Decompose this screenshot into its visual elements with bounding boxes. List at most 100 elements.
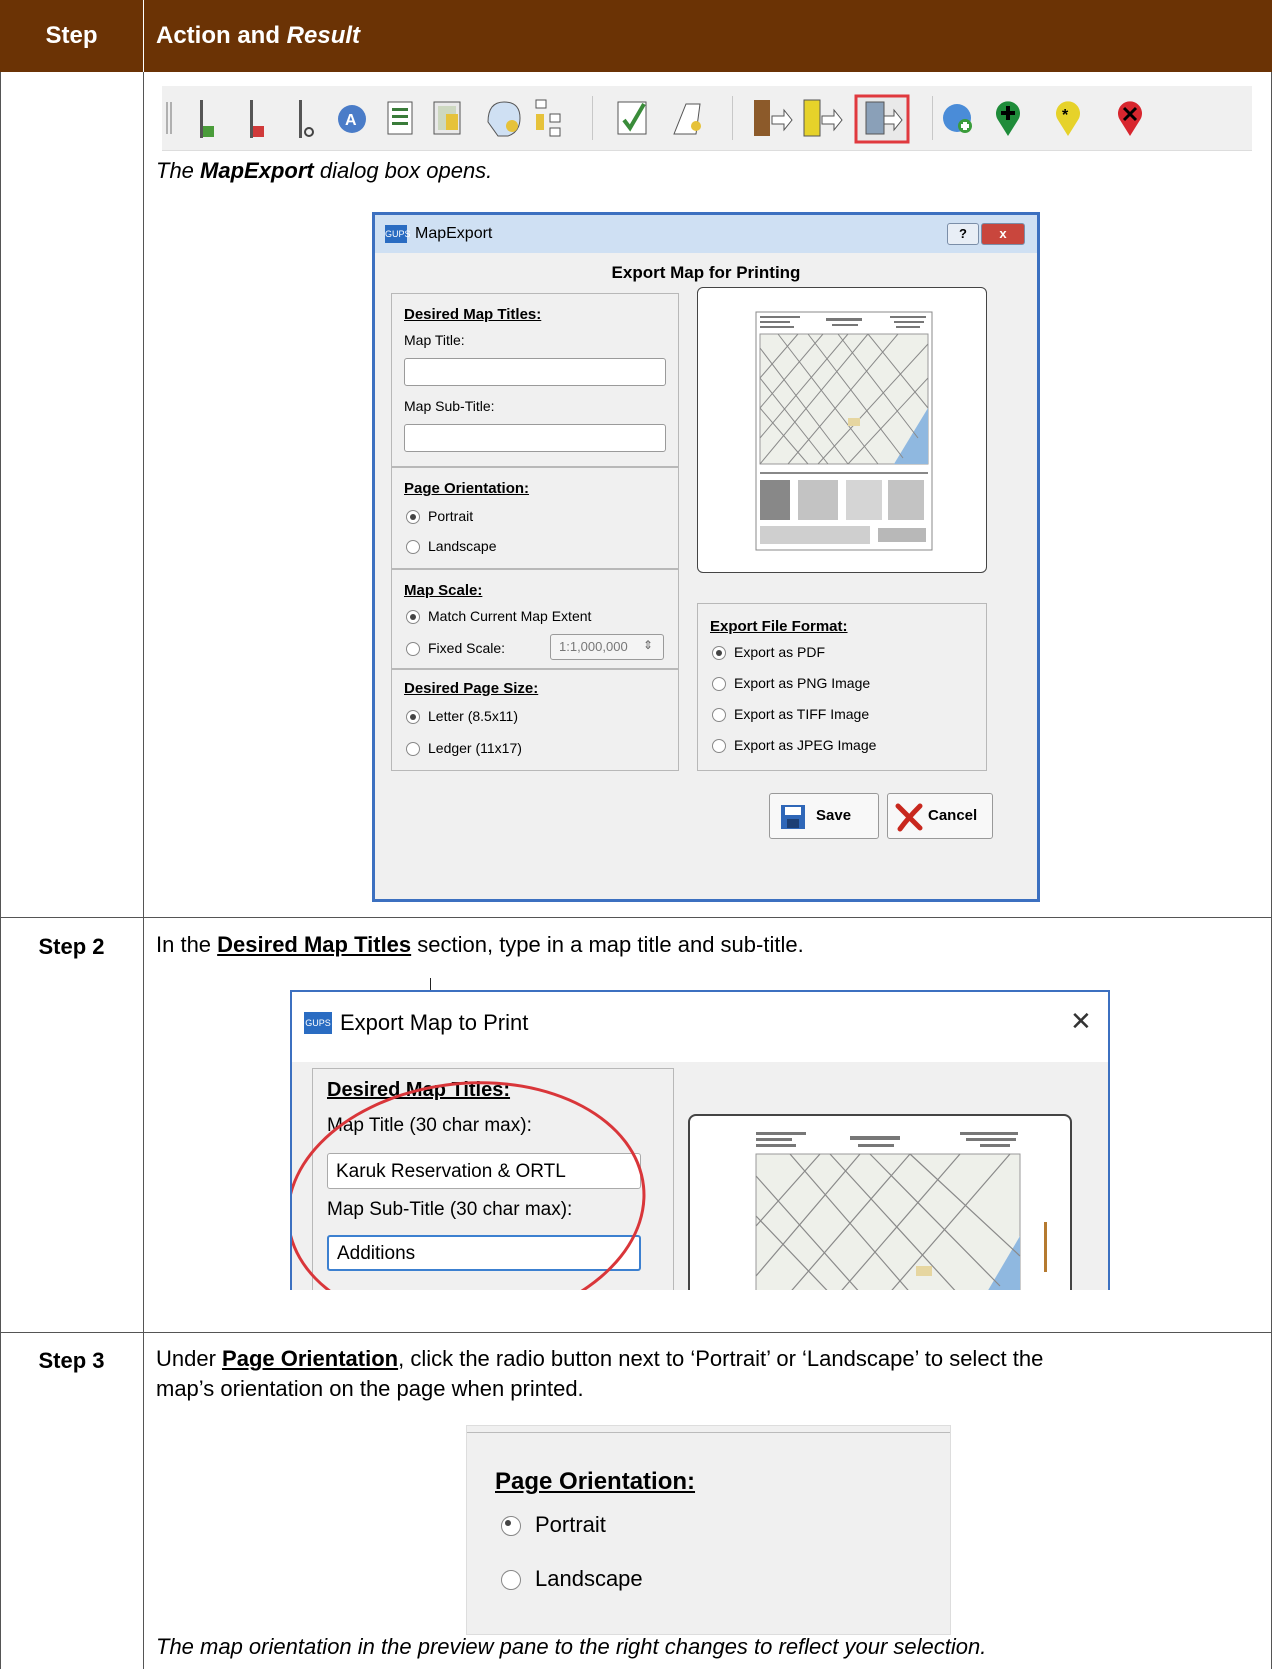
landscape-radio[interactable] <box>501 1570 521 1590</box>
svg-text:*: * <box>1062 107 1069 124</box>
portrait-radio[interactable] <box>406 510 420 524</box>
review-icon <box>487 101 521 137</box>
header-separator <box>143 0 144 72</box>
ledger-radio[interactable] <box>406 742 420 756</box>
letter-label: Letter (8.5x11) <box>428 708 519 724</box>
jpeg-radio[interactable] <box>712 739 726 753</box>
remove-line-icon <box>250 100 264 138</box>
ledger-label: Ledger (11x17) <box>428 740 522 756</box>
orientation-group: Page Orientation: Portrait Landscape <box>391 467 679 569</box>
add-layer-icon <box>943 104 972 133</box>
map-title-input[interactable] <box>404 358 666 386</box>
dialog-heading: Export Map for Printing <box>611 263 801 282</box>
landscape-label: Landscape <box>535 1566 643 1591</box>
help-button[interactable]: ? <box>947 223 979 245</box>
portrait-radio[interactable] <box>501 1516 521 1536</box>
edit-attributes-icon <box>433 101 461 135</box>
cancel-button[interactable]: Cancel <box>887 793 993 839</box>
jpeg-label: Export as JPEG Image <box>734 737 877 753</box>
spinner-arrows-icon: ⇕ <box>643 638 654 652</box>
letter-radio[interactable] <box>406 710 420 724</box>
titles-group-title: Desired Map Titles: <box>404 306 542 323</box>
save-button[interactable]: Save <box>769 793 879 839</box>
pdf-label: Export as PDF <box>734 644 826 660</box>
mapexport-dialog: GUPS MapExport ? x Export Map for Printi… <box>372 212 1040 902</box>
landscape-radio[interactable] <box>406 540 420 554</box>
cancel-x-icon <box>895 803 923 832</box>
png-label: Export as PNG Image <box>734 675 871 691</box>
map-subtitle-input[interactable] <box>404 424 666 452</box>
page-size-group: Desired Page Size: Letter (8.5x11) Ledge… <box>391 669 679 771</box>
step-2-label: Step 2 <box>38 934 105 959</box>
orientation-group-title: Page Orientation: <box>404 480 530 497</box>
landscape-label: Landscape <box>428 538 497 554</box>
fixed-scale-spinner[interactable]: 1:1,000,000 ⇕ <box>550 634 664 660</box>
preview-edge <box>1044 1222 1047 1272</box>
orientation-group-title: Page Orientation: <box>495 1468 696 1495</box>
map-title-label: Map Title: <box>404 332 465 348</box>
row3-result-text: The map orientation in the preview pane … <box>156 1634 987 1659</box>
close-button[interactable]: x <box>981 223 1025 245</box>
import-icon <box>754 100 793 136</box>
portrait-label: Portrait <box>535 1512 606 1537</box>
scale-group: Map Scale: Match Current Map Extent Fixe… <box>391 569 679 669</box>
toolbar-screenshot: A * <box>162 86 1252 151</box>
svg-text:A: A <box>345 112 357 129</box>
dialog-title: Export Map to Print <box>340 1010 529 1035</box>
row-divider <box>0 1332 1272 1333</box>
validate-icon <box>617 101 647 135</box>
match-extent-radio[interactable] <box>406 610 420 624</box>
marker-icon: * <box>1056 101 1080 136</box>
dialog-title: MapExport <box>415 225 493 242</box>
export-map-to-print-crop: GUPS Export Map to Print ✕ Desired Map T… <box>290 990 1110 1290</box>
split-line-icon <box>299 100 314 138</box>
fixed-scale-label: Fixed Scale: <box>428 640 506 656</box>
save-label: Save <box>816 807 852 824</box>
page-orientation-crop: Page Orientation: Portrait Landscape <box>466 1425 951 1635</box>
cancel-label: Cancel <box>928 807 978 824</box>
header-action: Action and Result <box>156 22 361 49</box>
report-icon <box>387 101 413 135</box>
map-preview-thumbnail <box>755 1132 1021 1290</box>
fixed-scale-value: 1:1,000,000 <box>559 639 628 654</box>
remove-marker-icon <box>1118 101 1142 136</box>
row2-instruction: In the Desired Map Titles section, type … <box>156 932 804 957</box>
procedure-table: Step Action and Result A * The MapExport… <box>0 0 1272 1669</box>
map-export-icon <box>854 94 910 144</box>
pdf-radio[interactable] <box>712 646 726 660</box>
format-group: Export File Format: Export as PDF Export… <box>697 603 987 771</box>
map-subtitle-label: Map Sub-Title: <box>404 398 495 414</box>
format-group-title: Export File Format: <box>710 618 848 635</box>
label-icon: A <box>338 105 366 133</box>
tiff-radio[interactable] <box>712 708 726 722</box>
floppy-disk-icon <box>781 805 805 829</box>
png-radio[interactable] <box>712 677 726 691</box>
map-preview-pane <box>688 1114 1072 1290</box>
match-extent-label: Match Current Map Extent <box>428 608 592 624</box>
export-icon <box>803 99 843 137</box>
add-line-icon <box>200 100 214 138</box>
row1-result-text: The MapExport dialog box opens. <box>156 158 493 183</box>
app-icon: GUPS <box>304 1012 332 1034</box>
row-divider <box>0 917 1272 918</box>
group-top-border <box>467 1432 950 1433</box>
table-header: Step Action and Result <box>0 0 1272 72</box>
page-size-group-title: Desired Page Size: <box>404 680 539 697</box>
column-divider <box>143 72 144 1669</box>
step-3-label: Step 3 <box>38 1348 105 1373</box>
shape-icon <box>673 103 701 135</box>
hierarchy-icon <box>535 99 561 137</box>
titles-group: Desired Map Titles: Map Title: Map Sub-T… <box>391 293 679 467</box>
add-marker-icon <box>996 101 1021 136</box>
row3-instruction-line1: Under Page Orientation, click the radio … <box>156 1346 1044 1371</box>
dialog-titlebar: GUPS MapExport ? x <box>375 215 1037 253</box>
close-icon[interactable]: ✕ <box>1070 1006 1092 1037</box>
table-border-left <box>0 72 1 1669</box>
fixed-scale-radio[interactable] <box>406 642 420 656</box>
toolbar-icons: A * <box>166 94 1142 144</box>
map-preview-thumbnail <box>755 311 933 551</box>
row3-instruction-line2: map’s orientation on the page when print… <box>156 1376 584 1401</box>
header-step: Step <box>45 22 98 49</box>
tiff-label: Export as TIFF Image <box>734 706 870 722</box>
map-preview-pane <box>697 287 987 573</box>
